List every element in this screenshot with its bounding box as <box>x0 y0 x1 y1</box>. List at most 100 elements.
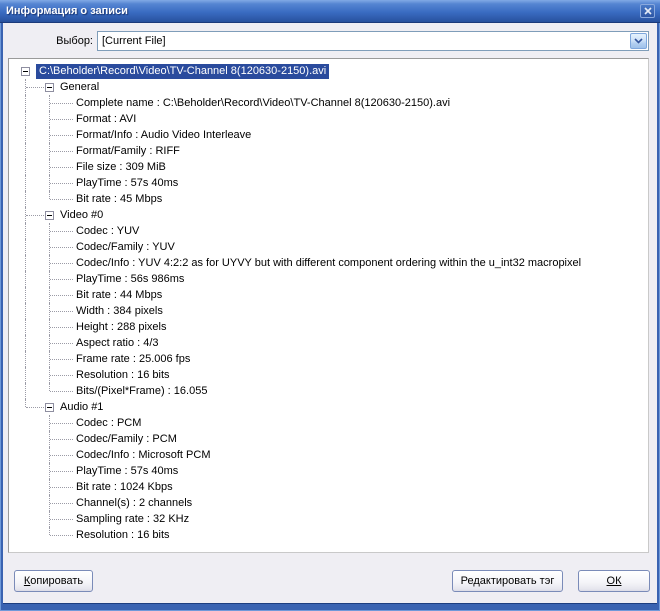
tree-leaf-item[interactable]: Width : 384 pixels <box>9 303 648 319</box>
tree-guide-line <box>50 375 73 376</box>
tree-leaf-label: Resolution : 16 bits <box>76 367 170 383</box>
tree-leaf-item[interactable]: Complete name : C:\Beholder\Record\Video… <box>9 95 648 111</box>
tree-guide-line <box>50 119 73 120</box>
tree-guide-line <box>25 223 26 239</box>
tree-leaf-label: Codec : YUV <box>76 223 139 239</box>
close-icon <box>644 7 652 15</box>
tree-leaf-label: PlayTime : 57s 40ms <box>76 175 178 191</box>
tree-leaf-item[interactable]: Resolution : 16 bits <box>9 527 648 543</box>
tree-section-item[interactable]: General <box>9 79 648 95</box>
tree-guide-line <box>25 399 26 407</box>
tree-leaf-item[interactable]: Bit rate : 45 Mbps <box>9 191 648 207</box>
tree-leaf-item[interactable]: File size : 309 MiB <box>9 159 648 175</box>
tree-guide-line <box>50 231 73 232</box>
tree-leaf-label: Sampling rate : 32 KHz <box>76 511 189 527</box>
tree-leaf-item[interactable]: Codec : YUV <box>9 223 648 239</box>
tree-guide-line <box>25 287 26 303</box>
tree-leaf-item[interactable]: Height : 288 pixels <box>9 319 648 335</box>
tree-leaf-item[interactable]: Bits/(Pixel*Frame) : 16.055 <box>9 383 648 399</box>
tree-leaf-item[interactable]: Codec/Info : Microsoft PCM <box>9 447 648 463</box>
minus-icon[interactable] <box>45 403 54 412</box>
dialog-window: Информация о записи Выбор: [Current File… <box>0 0 660 611</box>
tree-guide-line <box>25 383 26 399</box>
minus-icon[interactable] <box>45 211 54 220</box>
tree-section-item[interactable]: Audio #1 <box>9 399 648 415</box>
tree-guide-line <box>25 175 26 191</box>
tree-leaf-item[interactable]: Codec/Family : PCM <box>9 431 648 447</box>
tree-leaf-label: Format/Info : Audio Video Interleave <box>76 127 251 143</box>
edit-tag-button[interactable]: Редактировать тэг <box>452 570 563 592</box>
tree-leaf-item[interactable]: Resolution : 16 bits <box>9 367 648 383</box>
tree-leaf-item[interactable]: Frame rate : 25.006 fps <box>9 351 648 367</box>
tree-guide-line <box>25 319 26 335</box>
tree-leaf-label: Codec/Info : YUV 4:2:2 as for UYVY but w… <box>76 255 581 271</box>
tree-leaf-label: PlayTime : 56s 986ms <box>76 271 184 287</box>
tree-leaf-item[interactable]: Format/Family : RIFF <box>9 143 648 159</box>
minus-icon[interactable] <box>45 83 54 92</box>
tree-leaf-item[interactable]: Codec/Info : YUV 4:2:2 as for UYVY but w… <box>9 255 648 271</box>
file-selector-combobox[interactable]: [Current File] <box>97 31 649 51</box>
tree-guide-line <box>50 343 73 344</box>
combobox-arrow-button[interactable] <box>630 33 647 49</box>
tree-guide-line <box>50 295 73 296</box>
tree-leaf-item[interactable]: Codec : PCM <box>9 415 648 431</box>
tree-leaf-label: Codec/Info : Microsoft PCM <box>76 447 211 463</box>
tree-guide-line <box>50 167 73 168</box>
tree-guide-line <box>50 423 73 424</box>
tree-leaf-item[interactable]: Aspect ratio : 4/3 <box>9 335 648 351</box>
tree-leaf-item[interactable]: Channel(s) : 2 channels <box>9 495 648 511</box>
selector-label: Выбор: <box>43 31 93 51</box>
tree-leaf-item[interactable]: Bit rate : 1024 Kbps <box>9 479 648 495</box>
close-button[interactable] <box>640 4 655 18</box>
tree-leaf-label: Codec : PCM <box>76 415 141 431</box>
tree-guide-line <box>25 111 26 127</box>
tree-leaf-item[interactable]: PlayTime : 57s 40ms <box>9 175 648 191</box>
tree-root-item[interactable]: C:\Beholder\Record\Video\TV-Channel 8(12… <box>9 63 648 79</box>
tree-guide-line <box>25 335 26 351</box>
minus-icon[interactable] <box>21 67 30 76</box>
combobox-value: [Current File] <box>102 32 166 50</box>
tree-leaf-label: Height : 288 pixels <box>76 319 167 335</box>
tree-guide-line <box>26 407 44 408</box>
tree-leaf-label: Bits/(Pixel*Frame) : 16.055 <box>76 383 207 399</box>
tree-guide-line <box>50 135 73 136</box>
tree-guide-line <box>50 247 73 248</box>
copy-button[interactable]: Копировать <box>14 570 93 592</box>
ok-button[interactable]: ОК <box>578 570 650 592</box>
tree-guide-line <box>25 191 26 207</box>
tree-section-item[interactable]: Video #0 <box>9 207 648 223</box>
tree-leaf-item[interactable]: Bit rate : 44 Mbps <box>9 287 648 303</box>
tree-guide-line <box>50 487 73 488</box>
tree-guide-line <box>50 103 73 104</box>
tree-leaf-item[interactable]: Codec/Family : YUV <box>9 239 648 255</box>
tree-guide-line <box>25 95 26 111</box>
tree-guide-line <box>50 327 73 328</box>
tree-leaf-label: Width : 384 pixels <box>76 303 163 319</box>
tree-leaf-item[interactable]: PlayTime : 57s 40ms <box>9 463 648 479</box>
tree-guide-line <box>50 279 73 280</box>
tree-guide-line <box>25 239 26 255</box>
tree-guide-line <box>50 263 73 264</box>
tree-guide-line <box>50 199 73 200</box>
tree-guide-line <box>50 503 73 504</box>
tree-guide-line <box>50 535 73 536</box>
tree-guide-line <box>25 271 26 287</box>
tree-leaf-label: Bit rate : 1024 Kbps <box>76 479 173 495</box>
tree-leaf-item[interactable]: PlayTime : 56s 986ms <box>9 271 648 287</box>
tree-leaf-item[interactable]: Sampling rate : 32 KHz <box>9 511 648 527</box>
tree-guide-line <box>50 311 73 312</box>
tree-leaf-label: Codec/Family : PCM <box>76 431 177 447</box>
tree-root-label: C:\Beholder\Record\Video\TV-Channel 8(12… <box>36 64 329 79</box>
tree-leaf-label: Resolution : 16 bits <box>76 527 170 543</box>
tree-leaf-item[interactable]: Format : AVI <box>9 111 648 127</box>
tree-leaf-item[interactable]: Format/Info : Audio Video Interleave <box>9 127 648 143</box>
tree-leaf-label: Codec/Family : YUV <box>76 239 175 255</box>
tree-leaf-label: Channel(s) : 2 channels <box>76 495 192 511</box>
dialog-body: Выбор: [Current File] C:\Beholder\Record… <box>3 23 657 603</box>
tree-guide-line <box>50 359 73 360</box>
tree-leaf-label: Frame rate : 25.006 fps <box>76 351 190 367</box>
chevron-down-icon <box>634 38 643 44</box>
tree-section-label: General <box>60 79 99 95</box>
tree-guide-line <box>25 303 26 319</box>
tree-guide-line <box>50 183 73 184</box>
